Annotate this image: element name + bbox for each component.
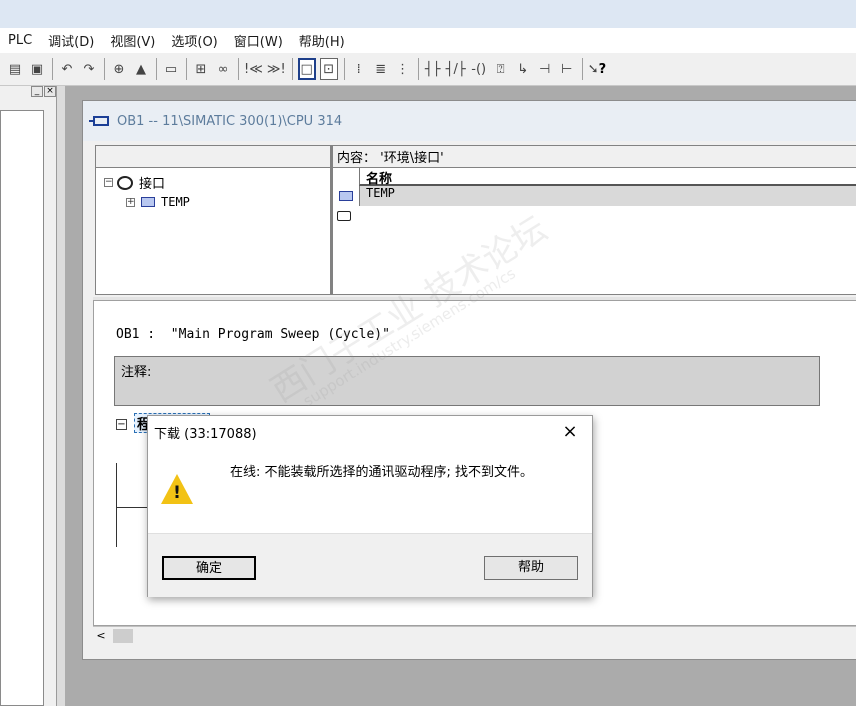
column-header-name[interactable]: 名称	[359, 168, 856, 187]
dialog-button-area: 确定 帮助	[148, 533, 592, 597]
temp-variable-icon	[141, 197, 155, 207]
monitor-glasses-icon[interactable]: ∞	[214, 58, 232, 80]
toolbar-separator	[581, 58, 583, 80]
menu-help[interactable]: 帮助(H)	[299, 31, 345, 50]
pointer-icon: ➘	[587, 61, 599, 77]
context-help-button[interactable]: ➘?	[588, 58, 606, 80]
block-icon[interactable]: ▭	[162, 58, 180, 80]
toolbar-separator	[291, 58, 293, 80]
interface-declaration-area: − 接口 + TEMP 内容： '环境\接口' 名称 TEMP	[95, 145, 856, 295]
undo-icon[interactable]: ↶	[58, 58, 76, 80]
overview-window-icon[interactable]: □	[297, 58, 316, 80]
collapse-icon[interactable]: −	[104, 178, 113, 187]
menu-bar: PLC 调试(D) 视图(V) 选项(O) 窗口(W) 帮助(H)	[0, 28, 856, 53]
content-path: 内容： '环境\接口'	[333, 146, 856, 168]
copy-icon[interactable]: ▤	[6, 58, 24, 80]
tree-item-temp[interactable]: + TEMP	[126, 195, 190, 209]
app-title-bar	[0, 0, 856, 28]
interface-icon	[117, 175, 133, 190]
expand-icon[interactable]: +	[126, 197, 135, 207]
dialog-title-bar[interactable]: 下载 (33:17088)	[148, 416, 592, 448]
comment-label: 注释:	[121, 365, 152, 380]
branch-close-icon[interactable]: ⊣	[536, 58, 554, 80]
network-collapse-icon[interactable]: −	[116, 419, 127, 430]
lad-view-icon[interactable]: ⁞	[350, 58, 368, 80]
download-icon[interactable]: ▲	[132, 58, 150, 80]
download-error-dialog: 下载 (33:17088) × ! 在线: 不能装载所选择的通讯驱动程序; 找不…	[147, 415, 593, 597]
scrollbar-thumb[interactable]	[113, 629, 133, 643]
toolbar: ▤ ▣ ↶ ↷ ⊕ ▲ ▭ ⊞ ∞ !≪ ≫! □ ⊡ ⁞ ≣ ⋮ ┤├ ┤/├…	[0, 53, 856, 86]
connection-icon[interactable]: ⊢	[558, 58, 576, 80]
empty-box-icon[interactable]: ⍰	[492, 58, 510, 80]
online-icon[interactable]: ⊕	[110, 58, 128, 80]
warning-exclamation: !	[173, 483, 181, 503]
ok-button[interactable]: 确定	[162, 556, 256, 580]
table-row[interactable]: TEMP	[359, 186, 856, 206]
stl-view-icon[interactable]: ≣	[372, 58, 390, 80]
toolbar-separator	[417, 58, 419, 80]
toolbar-separator	[52, 58, 53, 80]
tree-item-interface-label: 接口	[139, 177, 166, 192]
program-elements-tree[interactable]	[0, 110, 44, 706]
branch-open-icon[interactable]: ↳	[514, 58, 532, 80]
scroll-left-icon[interactable]: <	[95, 629, 107, 643]
toolbar-separator	[238, 58, 239, 80]
toolbar-separator	[343, 58, 345, 80]
no-contact-icon[interactable]: ┤├	[424, 58, 442, 80]
nav-last-button[interactable]: ≫!	[267, 58, 286, 80]
network-icon[interactable]: ⊞	[192, 58, 210, 80]
interface-tree-header	[96, 146, 330, 168]
close-icon[interactable]: ×	[558, 420, 582, 444]
block-window-icon	[89, 116, 109, 126]
menu-options[interactable]: 选项(O)	[171, 31, 217, 50]
fbd-view-icon[interactable]: ⋮	[394, 58, 412, 80]
horizontal-scrollbar[interactable]: <	[93, 626, 856, 644]
menu-view[interactable]: 视图(V)	[110, 31, 155, 50]
help-button[interactable]: 帮助	[484, 556, 578, 580]
menu-plc[interactable]: PLC	[8, 33, 32, 48]
help-question-mark: ?	[598, 61, 607, 77]
close-icon[interactable]: ×	[44, 86, 56, 97]
interface-tree-pane[interactable]: − 接口 + TEMP	[95, 145, 331, 295]
menu-window[interactable]: 窗口(W)	[234, 31, 283, 50]
paste-icon[interactable]: ▣	[28, 58, 46, 80]
redo-icon[interactable]: ↷	[80, 58, 98, 80]
new-row-icon[interactable]	[337, 211, 351, 221]
minimize-icon[interactable]: _	[31, 86, 43, 97]
editor-window-title-bar[interactable]: OB1 -- 11\SIMATIC 300(1)\CPU 314	[83, 101, 856, 141]
nav-first-button[interactable]: !≪	[244, 58, 263, 80]
tree-item-interface[interactable]: − 接口	[104, 173, 165, 192]
toolbar-separator	[104, 58, 105, 80]
interface-content-pane[interactable]: 内容： '环境\接口' 名称 TEMP	[331, 145, 856, 295]
block-comment-field[interactable]: 注释:	[114, 356, 820, 406]
power-rail	[116, 463, 117, 547]
temp-row-icon	[339, 191, 353, 201]
block-header: OB1 : "Main Program Sweep (Cycle)"	[116, 327, 390, 342]
toolbar-separator	[156, 58, 157, 80]
dialog-title: 下载 (33:17088)	[154, 426, 257, 442]
toolbar-separator	[186, 58, 187, 80]
dialog-message: 在线: 不能装载所选择的通讯驱动程序; 找不到文件。	[230, 465, 534, 480]
detail-window-icon[interactable]: ⊡	[319, 58, 338, 80]
nc-contact-icon[interactable]: ┤/├	[446, 58, 466, 80]
left-panel-controls: _ ×	[0, 86, 56, 98]
editor-window-title: OB1 -- 11\SIMATIC 300(1)\CPU 314	[117, 113, 343, 129]
coil-icon[interactable]: -()	[470, 58, 488, 80]
left-panel-splitter[interactable]	[56, 86, 65, 706]
tree-item-temp-label: TEMP	[161, 195, 190, 209]
menu-debug[interactable]: 调试(D)	[48, 31, 94, 50]
